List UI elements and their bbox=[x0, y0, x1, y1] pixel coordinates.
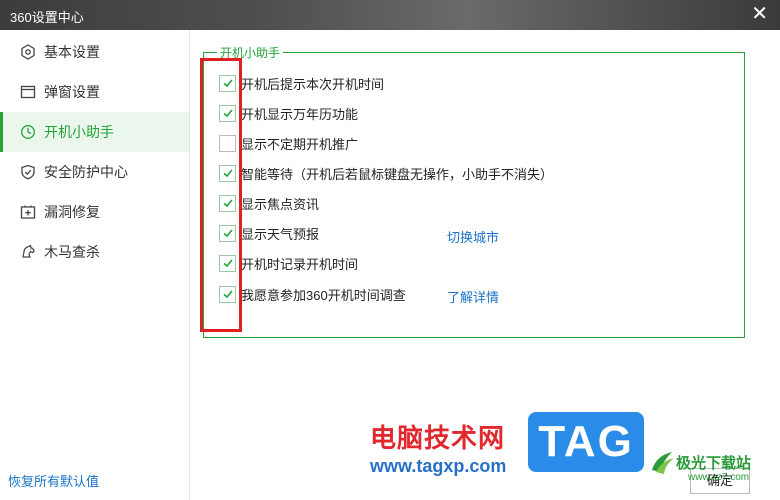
sidebar-item-label: 基本设置 bbox=[44, 44, 100, 60]
option-label: 开机时记录开机时间 bbox=[241, 256, 359, 272]
close-icon[interactable]: ✕ bbox=[751, 3, 768, 25]
window-title: 360设置中心 bbox=[10, 10, 84, 25]
shield-icon bbox=[21, 164, 35, 180]
option-label: 我愿意参加360开机时间调查 bbox=[241, 287, 406, 303]
sidebar-item-label: 安全防护中心 bbox=[44, 164, 128, 180]
aurora-logo-icon bbox=[652, 452, 674, 474]
sidebar-item-label: 木马查杀 bbox=[44, 244, 100, 260]
sidebar-item-label: 开机小助手 bbox=[44, 124, 114, 140]
clock-icon bbox=[21, 125, 35, 139]
window-icon bbox=[20, 85, 36, 99]
horse-icon bbox=[22, 244, 35, 258]
option-show-boot-time: 开机后提示本次开机时间 bbox=[219, 74, 384, 92]
option-join-survey: 我愿意参加360开机时间调查 bbox=[219, 285, 406, 303]
hexagon-gear-icon bbox=[21, 44, 35, 60]
learn-more-link[interactable]: 了解详情 bbox=[447, 287, 499, 306]
watermark-url: www.tagxp.com bbox=[370, 456, 507, 476]
watermark-tag-logo: TAG bbox=[528, 412, 644, 472]
sidebar-item-label: 弹窗设置 bbox=[44, 84, 100, 100]
sidebar-item-basic-settings[interactable]: 基本设置 bbox=[0, 32, 189, 72]
option-smart-wait: 智能等待（开机后若鼠标键盘无操作，小助手不消失） bbox=[219, 164, 553, 182]
sidebar-item-security-center[interactable]: 安全防护中心 bbox=[0, 152, 189, 192]
watermark-logo-text: 极光下载站 bbox=[676, 455, 752, 472]
patch-plus-icon bbox=[20, 205, 36, 219]
title-bar: 360设置中心 ✕ bbox=[0, 0, 780, 30]
switch-city-link[interactable]: 切换城市 bbox=[447, 227, 499, 246]
sidebar-item-vulnerability-fix[interactable]: 漏洞修复 bbox=[0, 192, 189, 232]
restore-defaults-link[interactable]: 恢复所有默认值 bbox=[8, 471, 99, 490]
option-label: 显示天气预报 bbox=[241, 226, 320, 242]
watermark-logo-url: www.xz7.com bbox=[688, 472, 750, 483]
option-label: 显示焦点资讯 bbox=[241, 196, 320, 212]
sidebar-item-boot-assistant[interactable]: 开机小助手 bbox=[0, 112, 189, 152]
sidebar-item-popup-settings[interactable]: 弹窗设置 bbox=[0, 72, 189, 112]
option-label: 智能等待（开机后若鼠标键盘无操作，小助手不消失） bbox=[241, 166, 554, 182]
sidebar-item-trojan-scan[interactable]: 木马查杀 bbox=[0, 232, 189, 272]
sidebar: 基本设置 弹窗设置 开机小助手 安全防护中心 漏洞修复 木马查杀 恢复所有默认值 bbox=[0, 30, 190, 500]
option-label: 开机后提示本次开机时间 bbox=[241, 76, 385, 92]
option-label: 显示不定期开机推广 bbox=[241, 136, 359, 152]
sidebar-item-label: 漏洞修复 bbox=[44, 204, 100, 220]
highlight-box bbox=[200, 58, 242, 332]
watermark-site-name: 电脑技术网 bbox=[370, 424, 506, 454]
option-label: 开机显示万年历功能 bbox=[241, 106, 359, 122]
